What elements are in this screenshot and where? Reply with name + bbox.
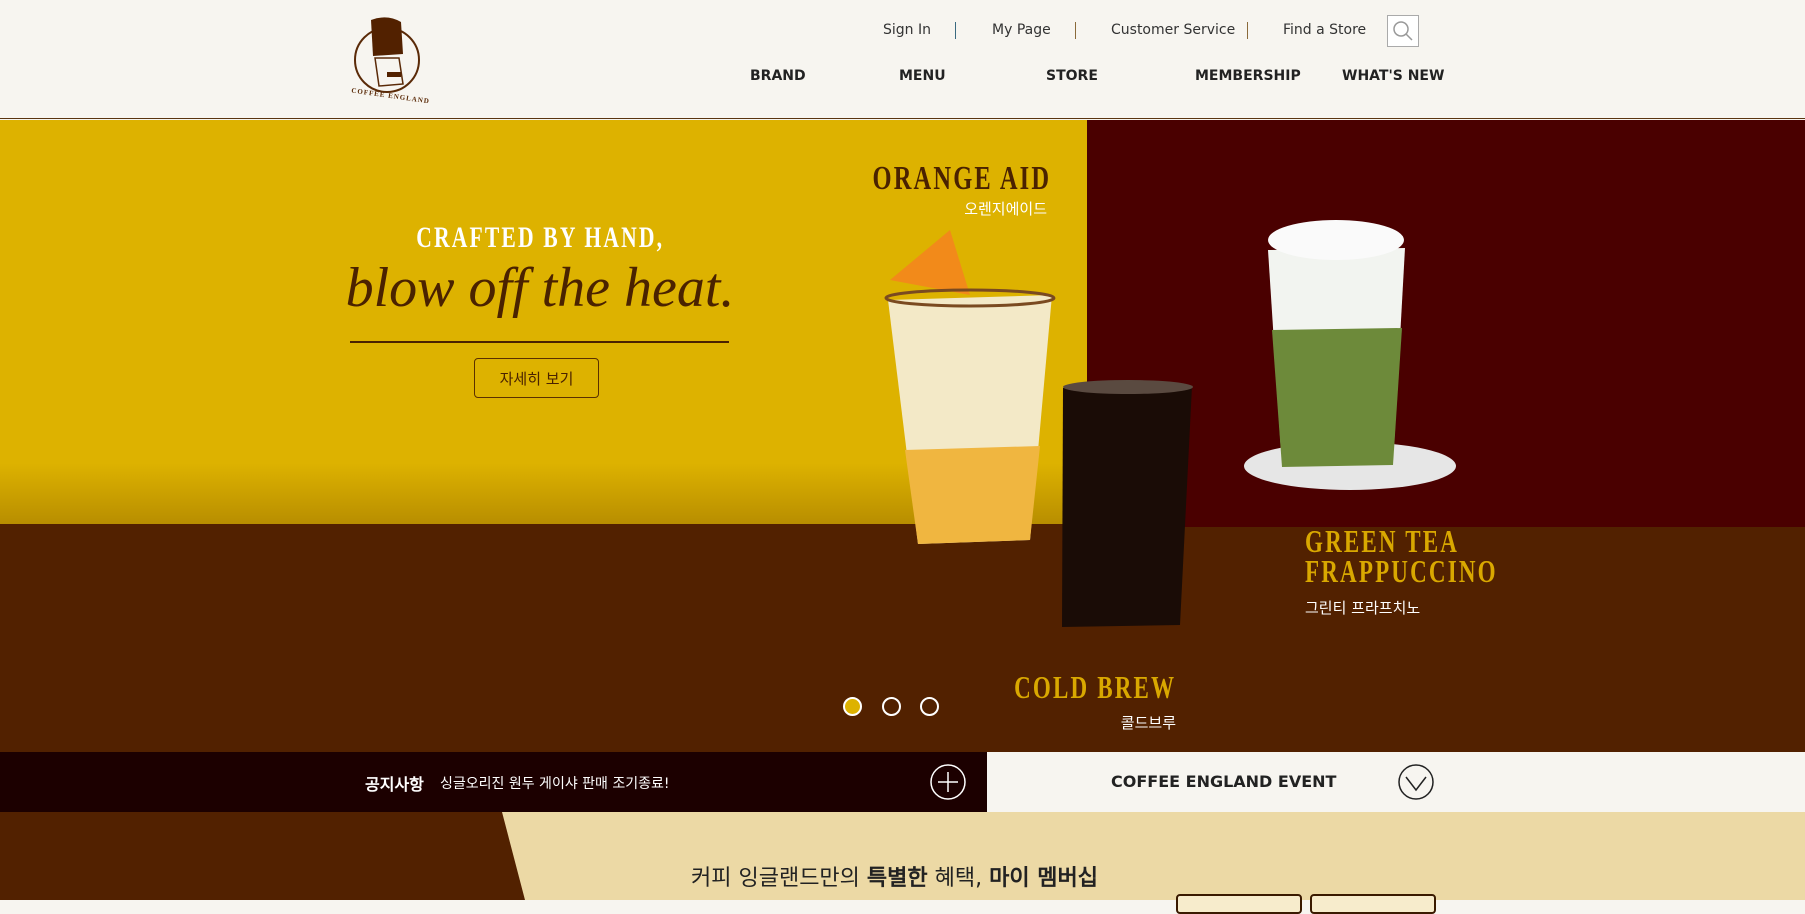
membership-button-2[interactable]	[1310, 894, 1436, 914]
notice-text[interactable]: 싱글오리진 원두 게이샤 판매 조기종료!	[440, 773, 670, 793]
notice-label: 공지사항	[365, 775, 424, 794]
membership-button-1[interactable]	[1176, 894, 1302, 914]
logo[interactable]: COFFEE ENGLAND	[349, 14, 430, 106]
divider	[1247, 22, 1248, 39]
plus-circle-icon[interactable]	[929, 763, 967, 801]
nav-membership[interactable]: MEMBERSHIP	[1195, 68, 1301, 84]
cold-brew-title: COLD BREW	[1013, 669, 1176, 705]
green-tea-title-line2: FRAPPUCCINO	[1305, 553, 1498, 589]
drink-images	[884, 220, 1456, 627]
green-tea-title-line1: GREEN TEA	[1305, 523, 1460, 559]
divider	[955, 22, 956, 39]
cold-brew-subtitle: 콜드브루	[1120, 714, 1176, 732]
search-button[interactable]	[1387, 15, 1419, 47]
search-icon	[1393, 21, 1413, 41]
my-page-link[interactable]: My Page	[992, 22, 1051, 38]
event-bar[interactable]: COFFEE ENGLAND EVENT	[987, 752, 1805, 812]
hero-tagline: blow off the heat.	[345, 257, 735, 319]
carousel-dot-1[interactable]	[843, 697, 862, 716]
customer-service-link[interactable]: Customer Service	[1111, 22, 1235, 38]
carousel-dot-2[interactable]	[882, 697, 901, 716]
green-tea-subtitle: 그린티 프라프치노	[1305, 599, 1421, 617]
nav-brand[interactable]: BRAND	[750, 68, 806, 84]
orange-aid-title: ORANGE AID	[872, 160, 1051, 197]
detail-button[interactable]: 자세히 보기	[474, 358, 599, 398]
green-tea-frappuccino-image	[1244, 220, 1456, 490]
nav-whats-new[interactable]: WHAT'S NEW	[1342, 68, 1444, 84]
orange-aid-subtitle: 오렌지에이드	[964, 200, 1047, 218]
nav-store[interactable]: STORE	[1046, 68, 1098, 84]
notice-bar[interactable]: 공지사항 싱글오리진 원두 게이샤 판매 조기종료!	[0, 752, 987, 812]
membership-section: 커피 잉글랜드만의 특별한 혜택, 마이 멤버십	[0, 812, 1805, 900]
nav-menu[interactable]: MENU	[899, 68, 946, 84]
chevron-down-circle-icon[interactable]	[1397, 763, 1435, 801]
hero-headline: CRAFTED BY HAND,	[416, 221, 664, 254]
carousel-dot-3[interactable]	[920, 697, 939, 716]
sign-in-link[interactable]: Sign In	[883, 22, 931, 38]
cold-brew-image	[1062, 380, 1193, 627]
membership-heading: 커피 잉글랜드만의 특별한 혜택, 마이 멤버십	[691, 866, 1098, 891]
site-header: COFFEE ENGLAND Sign In My Page Customer …	[0, 0, 1805, 119]
event-label: COFFEE ENGLAND EVENT	[1111, 772, 1337, 791]
find-a-store-link[interactable]: Find a Store	[1283, 22, 1366, 38]
divider	[1075, 22, 1076, 39]
orange-aid-image	[884, 230, 1056, 544]
hero-carousel: CRAFTED BY HAND, blow off the heat. 자세히 …	[0, 120, 1805, 752]
hero-divider	[350, 341, 729, 343]
